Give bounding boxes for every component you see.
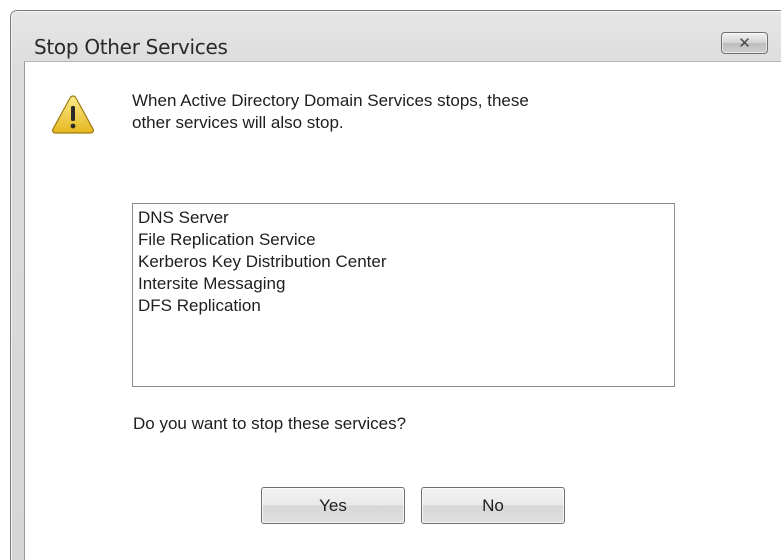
list-item[interactable]: DNS Server xyxy=(138,207,669,229)
close-icon: ✕ xyxy=(738,33,751,52)
close-button[interactable]: ✕ xyxy=(721,32,768,54)
confirmation-question: Do you want to stop these services? xyxy=(133,414,407,433)
services-list[interactable]: DNS Server File Replication Service Kerb… xyxy=(132,203,675,387)
list-item[interactable]: Intersite Messaging xyxy=(138,273,669,295)
dialog-content: When Active Directory Domain Services st… xyxy=(24,61,781,560)
dialog-message: When Active Directory Domain Services st… xyxy=(132,90,692,134)
stop-other-services-dialog: Stop Other Services ✕ When Active Direct… xyxy=(10,10,781,560)
yes-button[interactable]: Yes xyxy=(261,487,405,524)
list-item[interactable]: Kerberos Key Distribution Center xyxy=(138,251,669,273)
dialog-message-line-1: When Active Directory Domain Services st… xyxy=(132,91,529,110)
list-item[interactable]: DFS Replication xyxy=(138,295,669,317)
title-bar[interactable]: Stop Other Services ✕ xyxy=(11,11,781,61)
warning-icon xyxy=(52,95,94,134)
dialog-message-line-2: other services will also stop. xyxy=(132,113,344,132)
list-item[interactable]: File Replication Service xyxy=(138,229,669,251)
window-title: Stop Other Services xyxy=(34,35,228,59)
no-button[interactable]: No xyxy=(421,487,565,524)
